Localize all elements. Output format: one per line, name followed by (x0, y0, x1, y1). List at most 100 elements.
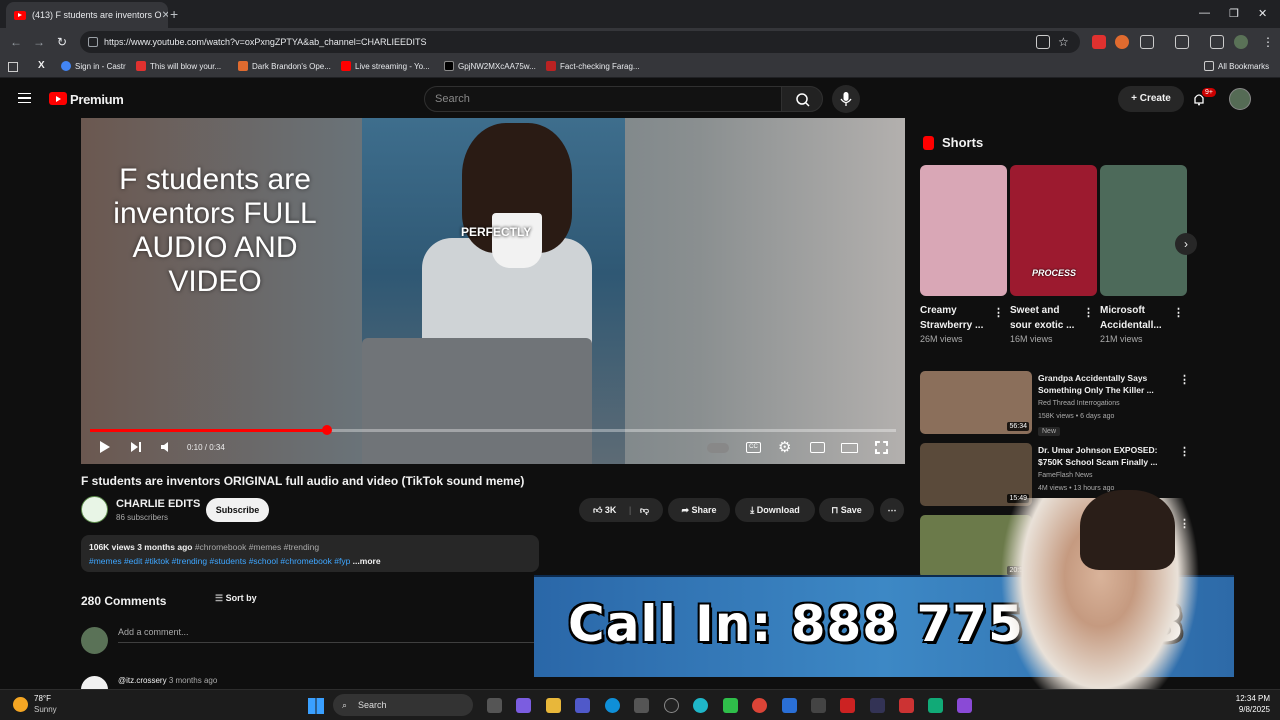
related-channel[interactable]: Red Thread Interrogations (1038, 400, 1120, 407)
extension-icon[interactable] (1115, 35, 1129, 49)
close-tab-icon[interactable]: ✕ (162, 10, 168, 21)
subscribe-button[interactable]: Subscribe (206, 498, 269, 522)
taskbar-date[interactable]: 9/8/2025 (1230, 705, 1270, 714)
alexa-icon[interactable] (693, 698, 708, 713)
shorts-next-arrow-icon[interactable]: › (1175, 233, 1197, 255)
copilot-icon[interactable] (516, 698, 531, 713)
weather-sun-icon[interactable] (13, 697, 28, 712)
short-title[interactable]: Sweet and sour exotic ... (1010, 303, 1080, 333)
weather-condition[interactable]: Sunny (34, 705, 57, 714)
miniplayer-icon[interactable] (810, 442, 825, 453)
voice-search-button[interactable] (832, 85, 860, 113)
site-info-icon[interactable] (88, 37, 98, 47)
youtube-premium-logo[interactable]: Premium (70, 92, 124, 107)
bookmark-item[interactable]: GpjNW2MXcAA75w... (444, 61, 536, 71)
short-thumbnail[interactable] (1100, 165, 1187, 296)
save-button[interactable]: ⊓ Save (819, 498, 874, 522)
more-options-icon[interactable]: ⋮ (1173, 306, 1184, 319)
extensions-puzzle-icon[interactable] (1140, 35, 1154, 49)
video-player[interactable]: F students are inventors FULL AUDIO AND … (81, 118, 905, 464)
app-icon[interactable] (723, 698, 738, 713)
autoplay-toggle[interactable] (707, 443, 729, 453)
profile-avatar[interactable] (1234, 35, 1248, 49)
bookmark-item[interactable]: Fact-checking Farag... (546, 61, 640, 71)
extension-icon[interactable] (1092, 35, 1106, 49)
dislike-button[interactable]: 👎︎ (640, 505, 649, 515)
channel-avatar[interactable] (81, 496, 108, 523)
windows-start-icon[interactable] (308, 698, 324, 714)
more-options-icon[interactable]: ⋮ (1179, 445, 1190, 458)
search-button[interactable] (781, 86, 823, 112)
minimize-icon[interactable]: — (1199, 7, 1210, 19)
add-comment-input[interactable]: Add a comment... (118, 627, 538, 643)
bookmark-item[interactable]: Live streaming - Yo... (341, 61, 430, 71)
theater-mode-icon[interactable] (841, 443, 858, 453)
task-view-icon[interactable] (487, 698, 502, 713)
app-icon[interactable] (928, 698, 943, 713)
app-icon[interactable] (870, 698, 885, 713)
show-more-link[interactable]: ...more (353, 556, 381, 566)
more-actions-button[interactable]: ⋯ (880, 498, 904, 522)
next-icon[interactable] (129, 440, 143, 454)
apps-grid-icon[interactable] (8, 62, 18, 72)
channel-name[interactable]: CHARLIE EDITS (116, 498, 200, 510)
progress-scrubber[interactable] (321, 425, 332, 435)
store-icon[interactable] (634, 698, 649, 713)
weather-temp[interactable]: 78°F (34, 694, 51, 703)
related-thumbnail[interactable]: 15:49 (920, 443, 1032, 506)
progress-bar[interactable] (90, 425, 896, 435)
more-options-icon[interactable]: ⋮ (993, 306, 1004, 319)
related-title[interactable]: Dr. Umar Johnson EXPOSED: $750K School S… (1038, 444, 1168, 468)
short-title[interactable]: Creamy Strawberry ... (920, 303, 990, 333)
sidepanel-icon[interactable] (1175, 35, 1189, 49)
edge-icon[interactable] (605, 698, 620, 713)
dell-icon[interactable] (664, 698, 679, 713)
download-button[interactable]: ⤓ Download (735, 498, 815, 522)
x-icon[interactable]: X (38, 60, 45, 71)
address-bar[interactable]: https://www.youtube.com/watch?v=oxPxngZP… (80, 31, 1080, 53)
sort-by-button[interactable]: ☰ Sort by (215, 593, 257, 604)
settings-gear-icon[interactable]: ⚙ (778, 438, 791, 456)
browser-tab-active[interactable]: (413) F students are inventors O ✕ (6, 2, 168, 28)
search-input[interactable]: Search (424, 86, 782, 112)
all-bookmarks[interactable]: All Bookmarks (1204, 61, 1269, 71)
back-icon[interactable]: ← (10, 35, 22, 49)
short-thumbnail[interactable] (920, 165, 1007, 296)
teams-icon[interactable] (575, 698, 590, 713)
related-title[interactable]: Grandpa Accidentally Says Something Only… (1038, 372, 1168, 396)
browser-menu-icon[interactable]: ⋮ (1262, 35, 1274, 49)
bookmark-star-icon[interactable]: ☆ (1058, 35, 1069, 49)
reload-icon[interactable]: ↻ (57, 35, 67, 49)
vivaldi-icon[interactable] (899, 698, 914, 713)
youtube-logo-icon[interactable] (49, 92, 67, 105)
app-icon[interactable] (782, 698, 797, 713)
taskbar-search[interactable]: ⌕ Search (333, 694, 473, 716)
more-options-icon[interactable]: ⋮ (1179, 373, 1190, 386)
like-button[interactable]: 👍︎ 3K (593, 505, 616, 515)
media-icon[interactable] (1210, 35, 1224, 49)
captions-icon[interactable]: CC (746, 442, 761, 453)
bookmark-item[interactable]: This will blow your... (136, 61, 221, 71)
chrome-icon[interactable] (752, 698, 767, 713)
volume-icon[interactable] (159, 440, 173, 454)
forward-icon[interactable]: → (33, 35, 45, 49)
restore-icon[interactable]: ❐ (1229, 7, 1239, 20)
play-icon[interactable] (97, 440, 111, 454)
fullscreen-icon[interactable] (875, 441, 888, 454)
file-explorer-icon[interactable] (546, 698, 561, 713)
taskbar-time[interactable]: 12:34 PM (1230, 694, 1270, 703)
cast-icon[interactable] (1036, 35, 1050, 49)
menu-hamburger-icon[interactable] (18, 93, 31, 103)
more-options-icon[interactable]: ⋮ (1083, 306, 1094, 319)
bookmark-item[interactable]: Sign in - Castr (61, 61, 126, 71)
related-thumbnail[interactable]: 56:34 (920, 371, 1032, 434)
related-channel[interactable]: FameFlash News (1038, 472, 1092, 479)
short-title[interactable]: Microsoft Accidentall... (1100, 303, 1170, 333)
bookmark-item[interactable]: Dark Brandon's Ope... (238, 61, 331, 71)
app-icon[interactable] (840, 698, 855, 713)
app-icon[interactable] (811, 698, 826, 713)
create-button[interactable]: + Create (1118, 86, 1184, 112)
app-icon[interactable] (957, 698, 972, 713)
account-avatar[interactable] (1229, 88, 1251, 110)
share-button[interactable]: ➦ Share (668, 498, 730, 522)
